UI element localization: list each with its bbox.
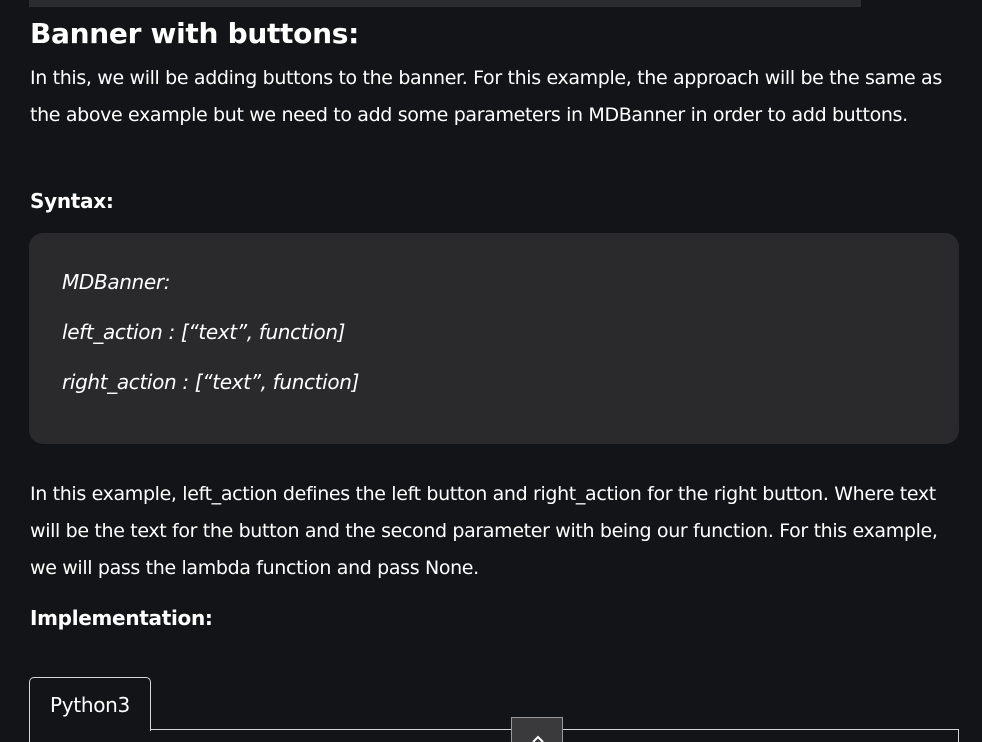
syntax-label: Syntax:	[30, 189, 114, 213]
explanation-paragraph: In this example, left_action defines the…	[30, 483, 938, 579]
syntax-line: right_action : [“text”, function]	[62, 370, 360, 394]
code-block-frame	[29, 729, 959, 742]
syntax-box: MDBanner: left_action : [“text”, functio…	[29, 233, 959, 444]
chevron-up-icon	[532, 735, 544, 742]
implementation-label: Implementation:	[30, 606, 213, 630]
scroll-toggle-button[interactable]	[511, 717, 563, 742]
tab-python3[interactable]: Python3	[29, 677, 151, 731]
syntax-line: MDBanner:	[62, 270, 171, 294]
intro-paragraph: In this, we will be adding buttons to th…	[30, 67, 942, 126]
syntax-line: left_action : [“text”, function]	[62, 320, 346, 344]
top-divider	[29, 0, 861, 7]
tab-label: Python3	[50, 693, 130, 717]
section-heading: Banner with buttons:	[30, 17, 359, 50]
